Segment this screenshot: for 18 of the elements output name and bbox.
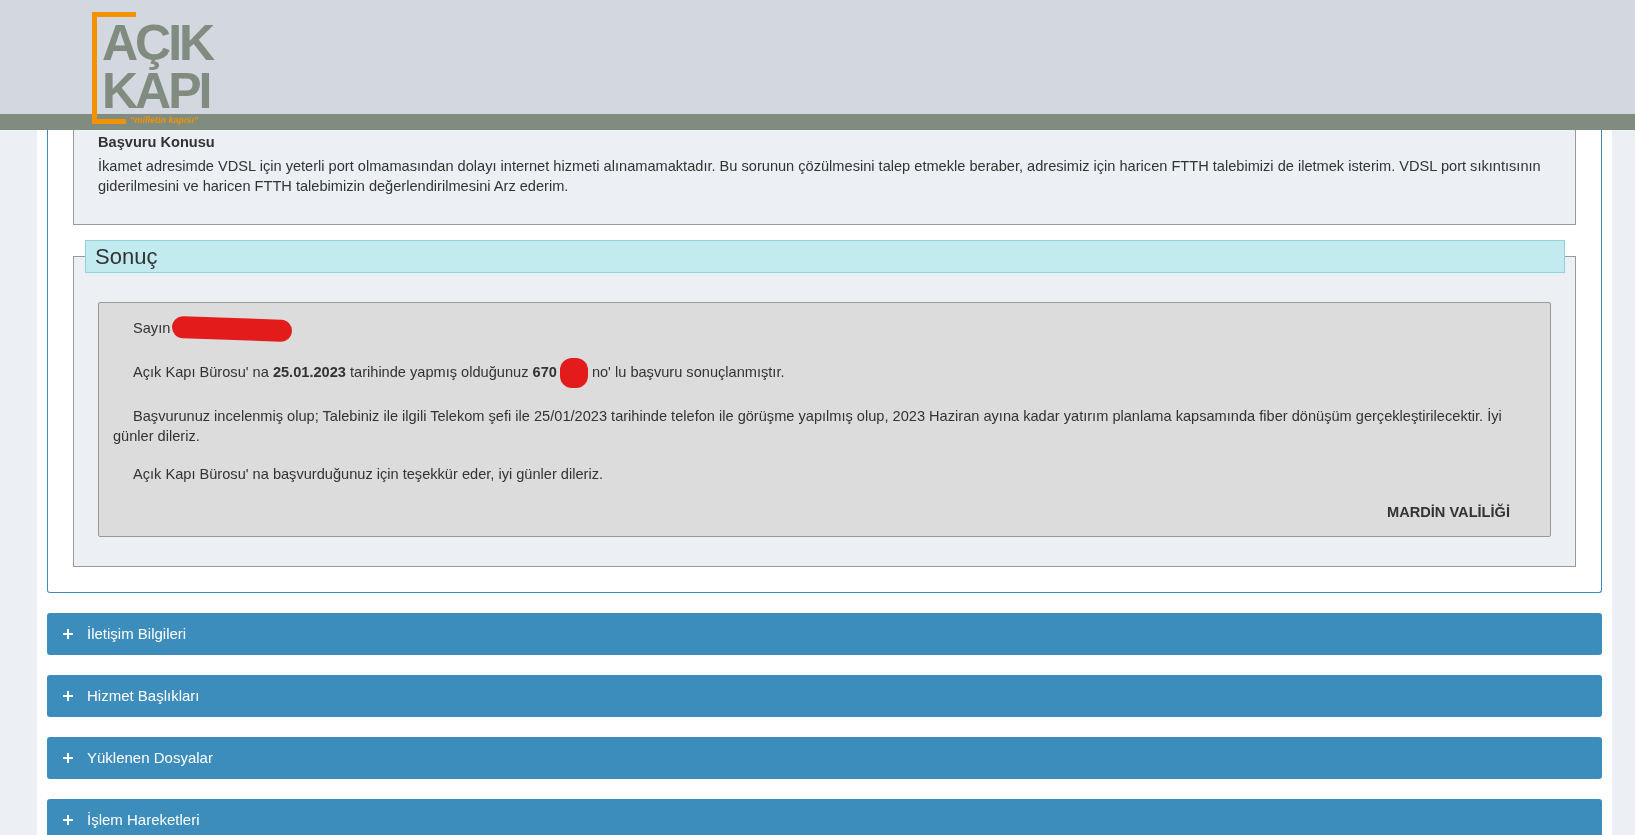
plus-icon	[63, 691, 73, 702]
result-text: Açık Kapı Bürosu' na 25.01.2023 tarihinde yapmış olduğunuz 670	[133, 364, 557, 380]
result-text: no' lu başvuru sonuçlanmıştır.	[591, 364, 785, 380]
accordion-header[interactable]: Yüklenen Dosyalar	[47, 737, 1602, 780]
result-text: Açık Kapı Bürosu' na başvurduğunuz için teşekkür eder, iyi günler dileriz.	[132, 465, 605, 485]
accordion-header[interactable]: İşlem Hareketleri	[47, 799, 1602, 835]
plus-icon	[63, 753, 73, 764]
plus-icon	[63, 629, 73, 640]
plus-icon	[63, 815, 73, 826]
accordion-header[interactable]: Hizmet Başlıkları	[47, 675, 1602, 718]
subject-text: İkamet adresimde VDSL için yeterli port olmamasından dolayı internet hizmeti alınamamaktadır. Bu sorunun çözülmesini talep etmekle beraber, adresimiz için haricen FTTH talebimizi de iletmek isterim. VDSL port sıkıntısının giderilmesini ve haricen FTTH talebimizin değerlendirilmesini Arz ederim.	[98, 157, 1542, 196]
greeting-text: Sayın	[133, 320, 171, 336]
subject-title: Başvuru Konusu	[98, 133, 216, 152]
result-legend: Sonuç	[85, 240, 1565, 273]
accordion-header[interactable]: İletişim Bilgileri	[47, 613, 1602, 656]
result-text: Başvurunuz incelenmiş olup; Talebiniz ile ilgili Telekom şefi ile 25/01/2023 tarihinde telefon ile görüşme yapılmış olup, 2023 Haziran ayına kadar yatırım planlama kapsamında fiber dönüşüm gerçekleştirilecektir. İyi günler dileriz.	[113, 407, 1503, 447]
logo-tagline: “milletin kapısı”	[130, 115, 199, 126]
signature: MARDİN VALİLİĞİ	[1386, 502, 1510, 523]
